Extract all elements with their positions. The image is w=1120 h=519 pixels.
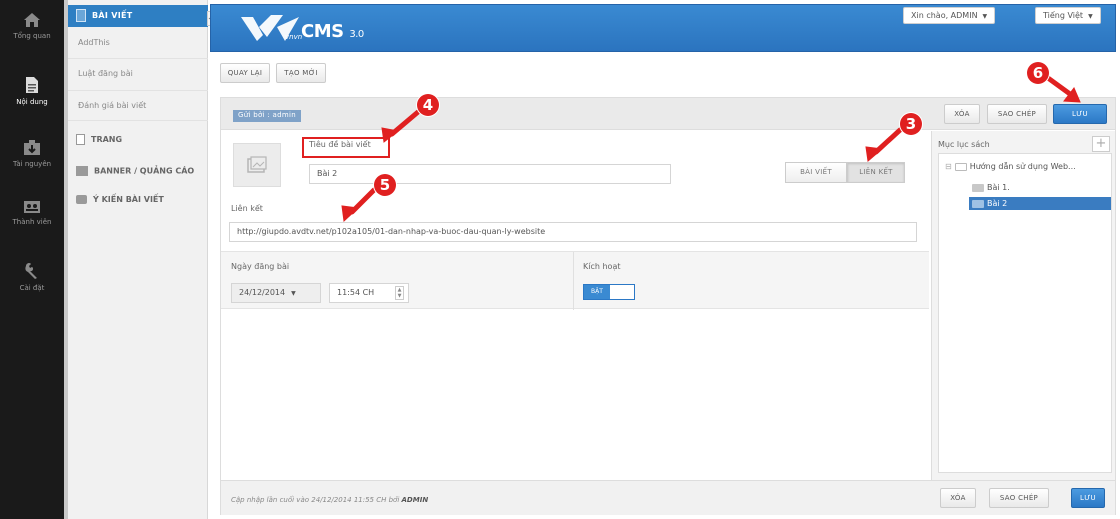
annotation-number-5: 5 bbox=[374, 174, 396, 196]
annotation-arrows bbox=[341, 75, 1081, 223]
annotation-number-3: 3 bbox=[900, 113, 922, 135]
annotation-number-6: 6 bbox=[1027, 62, 1049, 84]
annotation-number-4: 4 bbox=[417, 94, 439, 116]
annotation-arrow-6 bbox=[1045, 75, 1073, 97]
